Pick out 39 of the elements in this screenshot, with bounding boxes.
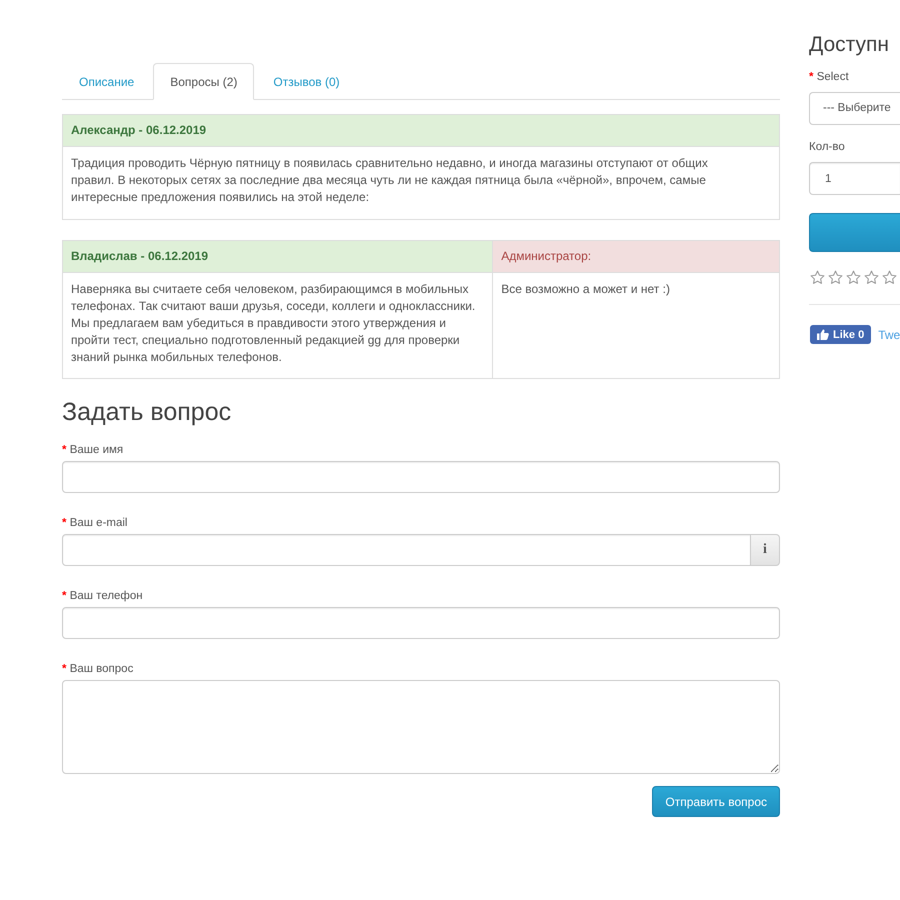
info-button[interactable]: i [751,534,780,566]
question-text: Традиция проводить Чёрную пятницу в появилась сравнительно недавно, и иногда магазины отступают от общих правил. В некоторых сетях за последние два месяца чуть ли не каждая пятница была «чёрной», впрочем, самые интересные предложения появились на этой неделе: [62,146,780,220]
thumbs-up-icon [817,329,829,340]
input-field[interactable] [62,534,751,566]
action-button[interactable] [809,213,900,252]
star-icon [864,270,879,285]
input-field[interactable] [62,461,780,493]
field-label: Ваш e-mail [70,517,128,529]
input-field[interactable] [62,607,780,639]
tab[interactable]: Отзывов (0) [256,63,357,100]
star-icon [810,270,825,285]
field-label: Select [816,71,849,83]
quantity-field[interactable]: 1 [809,162,900,195]
form-heading: Задать вопрос [62,397,232,427]
field-label: Ваше имя [70,444,124,456]
like-button[interactable]: Like 0 [810,325,872,344]
required-mark: * [62,444,66,456]
tab[interactable]: Вопросы (2) [153,63,254,100]
required-mark: * [62,663,66,675]
field-label: Ваш телефон [70,590,143,602]
question-field[interactable] [62,680,780,774]
star-icon [882,270,897,285]
required-mark: * [809,71,814,83]
question-text: Наверняка вы считаете себя человеком, разбирающимся в мобильных телефонах. Так считают ваши друзья, соседи, коллеги и одноклассники. Мы предлагаем вам убедиться в правдивости этого утверждения и пройти тест, специально подготовленный редакцией gg для проверки знаний рынка мобильных телефонов. [62,272,493,378]
star-icon [846,270,861,285]
tab[interactable]: Описание [62,63,152,100]
required-mark: * [62,517,66,529]
tweet-link[interactable]: Twe [878,328,900,342]
answer-label: Администратор: [492,240,780,272]
required-mark: * [62,590,66,602]
answer-text: Все возможно а может и нет :) [492,272,780,378]
question-author: Александр - 06.12.2019 [62,114,780,146]
field-label: Кол-во [809,141,845,153]
section-heading: Доступн [809,33,890,57]
star-icon [828,270,843,285]
submit-button[interactable]: Отправить вопрос [652,786,780,817]
select-field[interactable]: --- Выберите [809,92,900,125]
question-author: Владислав - 06.12.2019 [62,240,493,272]
field-label: Ваш вопрос [70,663,134,675]
